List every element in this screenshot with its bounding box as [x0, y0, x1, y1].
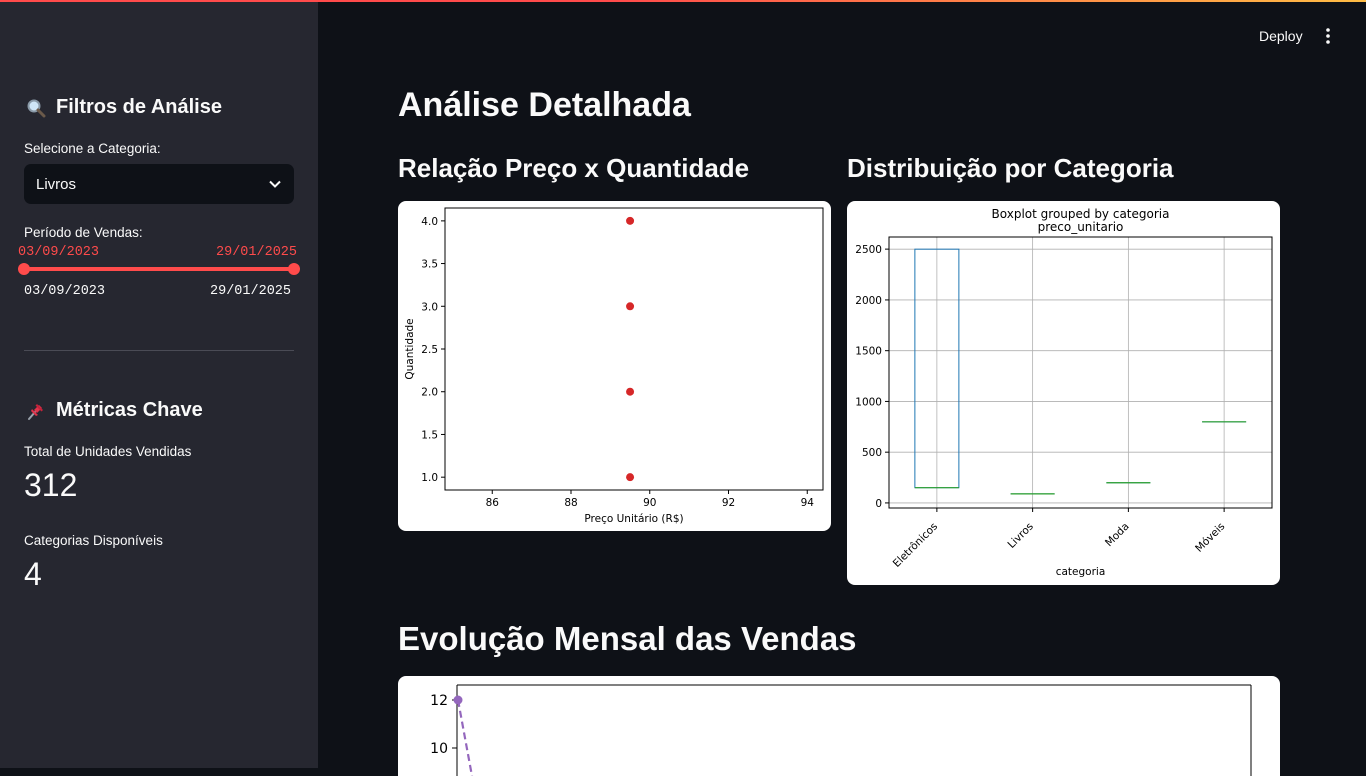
boxplot-chart-card: Boxplot grouped by categoria preco_unitar… — [847, 201, 1280, 585]
plot-frame — [444, 207, 824, 491]
scatter-point — [626, 473, 635, 482]
y-tick-label: 2.5 — [421, 344, 438, 356]
magnifier-icon — [24, 98, 48, 118]
series-line — [456, 699, 474, 776]
y-tick-label: 2000 — [855, 295, 882, 307]
top-decoration-bar — [0, 0, 1366, 2]
data-point — [453, 695, 463, 705]
chart-title: Boxplot grouped by categoria — [992, 207, 1170, 221]
metrics-title: Métricas Chave — [56, 399, 203, 421]
x-tick-label: 94 — [801, 497, 815, 509]
deploy-button[interactable]: Deploy — [1259, 28, 1303, 44]
period-range-min: 03/09/2023 — [24, 284, 106, 299]
period-end-value: 29/01/2025 — [216, 245, 298, 260]
filters-heading: Filtros de Análise — [24, 96, 222, 119]
y-tick-label: 0 — [875, 498, 882, 510]
period-slider-end-handle[interactable] — [288, 263, 300, 275]
boxplot-chart: Boxplot grouped by categoriapreco_unitar… — [855, 207, 1273, 578]
y-tick-label: 3.0 — [421, 301, 438, 313]
y-tick-label: 1000 — [855, 396, 882, 408]
monthly-chart: 10 12 — [430, 684, 1252, 776]
x-tick-label: Eletrônicos — [891, 520, 940, 569]
metric-label: Total de Unidades Vendidas — [24, 444, 192, 459]
category-label: Selecione a Categoria: — [24, 141, 161, 156]
period-start-value: 03/09/2023 — [18, 245, 100, 260]
filters-title: Filtros de Análise — [56, 96, 222, 118]
period-slider-start-handle[interactable] — [18, 263, 30, 275]
scatter-point — [626, 387, 635, 396]
y-tick-label: 12 — [430, 693, 448, 709]
monthly-chart-card: 10 12 — [398, 676, 1280, 776]
x-tick-label: Livros — [1006, 520, 1036, 550]
metric-value: 4 — [24, 556, 42, 592]
y-tick-label: 10 — [430, 741, 448, 757]
chevron-down-icon — [268, 177, 282, 191]
period-range-max: 29/01/2025 — [210, 284, 292, 299]
sidebar: Filtros de Análise Selecione a Categoria… — [0, 0, 318, 768]
box-section-title: Distribuição por Categoria — [847, 153, 1174, 183]
y-tick-label: 1.0 — [421, 472, 438, 484]
category-select[interactable]: Livros — [24, 164, 294, 204]
y-tick-label: 500 — [862, 447, 882, 459]
x-tick-label: 88 — [564, 497, 577, 509]
period-slider-track[interactable] — [24, 267, 294, 271]
y-tick-label: 1.5 — [421, 429, 438, 441]
pushpin-icon — [24, 401, 48, 421]
metric-value: 312 — [24, 467, 78, 503]
x-axis-label: Preço Unitário (R$) — [584, 513, 683, 525]
x-tick-label: Móveis — [1193, 520, 1227, 554]
y-axis-label: Quantidade — [404, 318, 416, 379]
scatter-section-title: Relação Preço x Quantidade — [398, 153, 750, 183]
scatter-chart: 86 88 90 92 94 1.0 1.5 2.0 2.5 3.0 3.5 4.0 Preço Uni… — [404, 207, 824, 525]
period-label: Período de Vendas: — [24, 225, 143, 240]
x-tick-label: 90 — [643, 497, 656, 509]
monthly-section-title: Evolução Mensal das Vendas — [398, 620, 857, 657]
y-tick-label: 2500 — [855, 244, 882, 256]
chart-subtitle: preco_unitario — [1038, 220, 1124, 234]
plot-frame — [888, 236, 1273, 509]
scatter-point — [626, 216, 635, 225]
x-tick-label: 92 — [722, 497, 735, 509]
category-select-value: Livros — [36, 175, 77, 193]
metrics-heading: Métricas Chave — [24, 399, 203, 422]
kebab-menu-icon[interactable] — [1320, 27, 1336, 45]
y-tick-label: 2.0 — [421, 387, 438, 399]
y-tick-label: 4.0 — [421, 216, 438, 228]
y-tick-label: 3.5 — [421, 259, 438, 271]
metric-label: Categorias Disponíveis — [24, 533, 163, 548]
sidebar-divider — [24, 350, 294, 351]
x-tick-label: Moda — [1103, 520, 1132, 549]
x-tick-label: 86 — [486, 497, 500, 509]
y-tick-label: 1500 — [855, 346, 882, 358]
x-axis-label: categoria — [1056, 566, 1106, 578]
page-title: Análise Detalhada — [398, 86, 691, 124]
scatter-chart-card: 86 88 90 92 94 1.0 1.5 2.0 2.5 3.0 3.5 4.0 Preço Uni… — [398, 201, 831, 531]
scatter-point — [626, 302, 635, 311]
